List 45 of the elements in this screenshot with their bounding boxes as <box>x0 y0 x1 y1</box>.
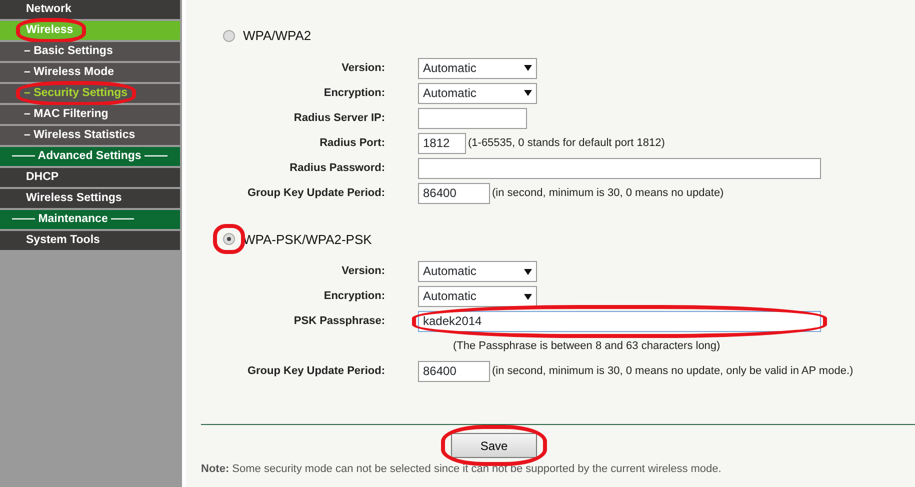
sidebar-item[interactable]: – Basic Settings <box>0 42 180 61</box>
dropdown[interactable]: Automatic <box>418 261 537 282</box>
sidebar-section-header: —— Maintenance —— <box>0 210 180 229</box>
field-label: Radius Server IP: <box>292 110 386 126</box>
field-label: Version: <box>340 264 386 280</box>
hint-text: (1-65535, 0 stands for default port 1812) <box>467 136 665 151</box>
radio-button[interactable] <box>223 233 235 246</box>
input-field[interactable]: 86400 <box>418 361 490 382</box>
field-label: Radius Port: <box>318 136 386 151</box>
sidebar-item[interactable]: – MAC Filtering <box>0 105 180 124</box>
sidebar-item[interactable]: – Wireless Mode <box>0 63 180 82</box>
sidebar-item[interactable]: DHCP <box>0 168 180 187</box>
input-field[interactable] <box>418 158 821 178</box>
hint-text: (The Passphrase is between 8 and 63 characters long) <box>452 339 720 354</box>
sidebar-item[interactable]: – Security Settings <box>0 84 180 103</box>
caret-icon <box>524 294 532 300</box>
field-label: Version: <box>340 60 386 76</box>
dropdown[interactable]: Automatic <box>418 286 537 307</box>
dropdown[interactable]: Automatic <box>418 58 537 78</box>
field-label: Encryption: <box>322 289 386 304</box>
sidebar-item[interactable]: Wireless Settings <box>0 189 180 208</box>
save-button[interactable]: Save <box>451 433 537 458</box>
field-label: Radius Password: <box>288 160 386 176</box>
caret-icon <box>524 268 532 274</box>
hint-text: (in second, minimum is 30, 0 means no update) <box>491 186 724 201</box>
field-label: Group Key Update Period: <box>246 186 386 201</box>
dropdown[interactable]: Automatic <box>418 82 537 104</box>
input-field[interactable]: 1812 <box>418 132 466 154</box>
sidebar-item[interactable]: – Wireless Statistics <box>0 126 180 145</box>
radio-button[interactable] <box>223 30 235 42</box>
note-text: Note: Some security mode can not be selected since it can not be supported by the current wireless mode. <box>201 462 722 477</box>
section-title: WPA/WPA2 <box>243 27 312 45</box>
sidebar-section-header: —— Advanced Settings —— <box>0 147 180 166</box>
sidebar-item[interactable]: System Tools <box>0 231 180 250</box>
field-label: Encryption: <box>322 86 386 101</box>
caret-icon <box>524 65 532 71</box>
hint-text: (in second, minimum is 30, 0 means no update, only be valid in AP mode.) <box>491 364 854 380</box>
caret-icon <box>524 90 532 96</box>
section-title: WPA-PSK/WPA2-PSK <box>243 230 372 248</box>
field-label: PSK Passphrase: <box>292 314 386 330</box>
sidebar-item[interactable]: Network <box>0 0 180 19</box>
field-label: Group Key Update Period: <box>246 364 386 380</box>
input-field[interactable]: 86400 <box>418 182 490 204</box>
input-field[interactable] <box>418 108 527 128</box>
input-field[interactable]: kadek2014 <box>418 311 821 332</box>
